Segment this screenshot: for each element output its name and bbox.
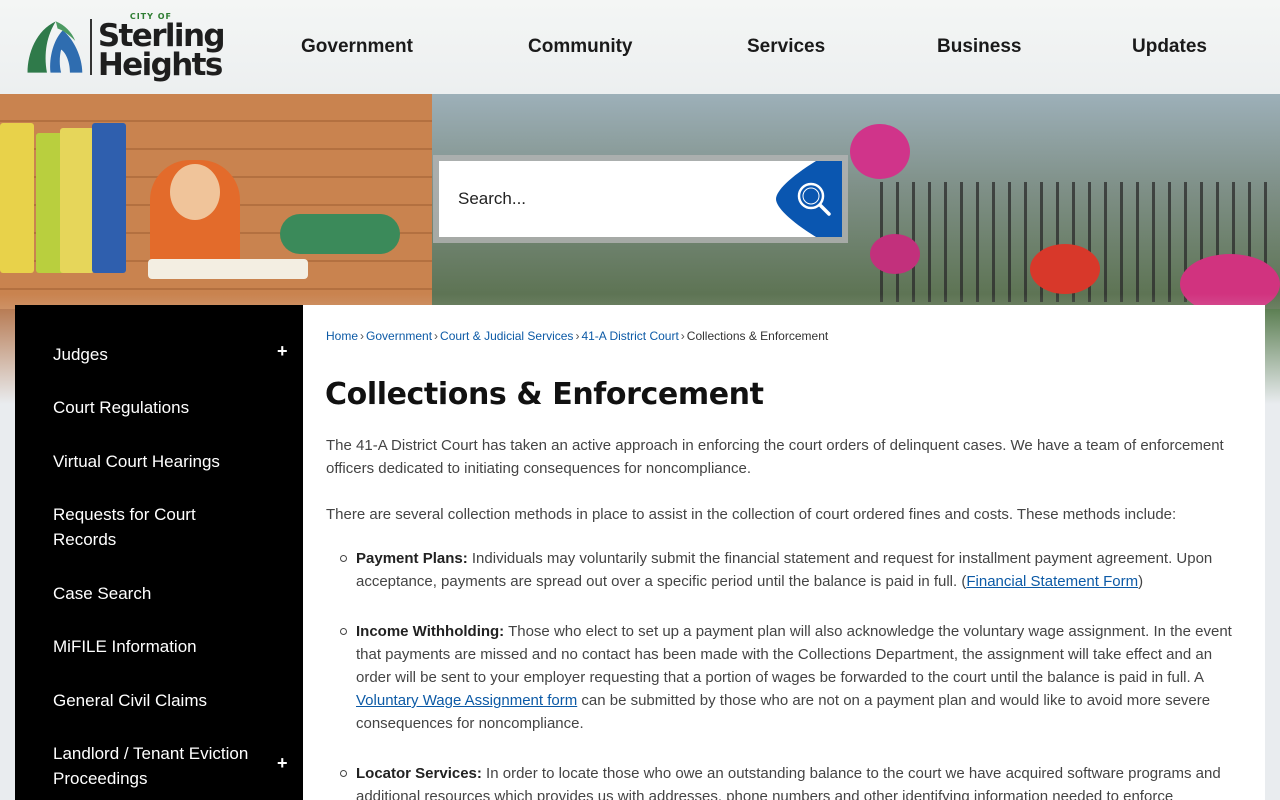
mural-book: [60, 128, 94, 273]
logo-divider: [90, 19, 92, 75]
sidebar-item-virtual-court-hearings[interactable]: Virtual Court Hearings: [53, 449, 283, 474]
mural-tail: [280, 214, 400, 254]
main-nav: Government Community Services Business U…: [250, 0, 1280, 94]
intro-paragraph: The 41-A District Court has taken an act…: [326, 437, 1224, 477]
breadcrumb-separator: ›: [575, 329, 580, 343]
hero-flower: [1030, 244, 1100, 294]
voluntary-wage-assignment-link[interactable]: Voluntary Wage Assignment form: [356, 692, 577, 709]
logo-name-line2: Heights: [97, 47, 224, 83]
hero-mural-image: [0, 94, 432, 309]
bullet-text-after: ): [1138, 573, 1144, 590]
sidebar-item-landlord-tenant-eviction[interactable]: Landlord / Tenant Eviction Proceedings: [53, 741, 258, 791]
search-button[interactable]: [776, 161, 842, 237]
breadcrumb: Home › Government › Court & Judicial Service…: [326, 329, 828, 343]
logo-wordmark: CITY OF Sterling Heights: [97, 13, 226, 83]
sidebar-item-case-search[interactable]: Case Search: [53, 581, 283, 606]
bullet-title: Payment Plans:: [356, 550, 468, 567]
search-box: [433, 155, 848, 243]
bullet-title: Income Withholding:: [356, 623, 505, 640]
nav-services[interactable]: Services: [747, 36, 825, 58]
sidebar-item-mifile-information[interactable]: MiFILE Information: [53, 634, 283, 659]
list-item-locator-services: Locator Services: In order to locate tho…: [340, 762, 1246, 800]
list-item-income-withholding: Income Withholding: Those who elect to s…: [340, 620, 1246, 735]
hero-flower: [870, 234, 920, 274]
sidebar-item-court-regulations[interactable]: Court Regulations: [53, 395, 283, 420]
search-icon: [776, 161, 842, 237]
breadcrumb-home[interactable]: Home: [326, 329, 358, 343]
mural-book: [92, 123, 126, 273]
site-header: CITY OF Sterling Heights Government Comm…: [0, 0, 1280, 94]
sidebar-nav: Judges + Court Regulations Virtual Court…: [15, 305, 303, 800]
breadcrumb-separator: ›: [680, 329, 685, 343]
breadcrumb-current: Collections & Enforcement: [686, 329, 829, 343]
list-item-payment-plans: Payment Plans: Individuals may voluntari…: [340, 547, 1246, 593]
main-content: Home › Government › Court & Judicial Service…: [303, 305, 1265, 800]
expand-landlord-icon[interactable]: +: [277, 753, 288, 774]
mural-face: [170, 164, 220, 220]
mural-book-open: [148, 259, 308, 279]
breadcrumb-government[interactable]: Government: [366, 329, 432, 343]
site-logo[interactable]: CITY OF Sterling Heights: [24, 13, 226, 83]
search-input[interactable]: [439, 161, 779, 237]
breadcrumb-separator: ›: [434, 329, 439, 343]
bullet-text: In order to locate those who owe an outs…: [356, 765, 1221, 800]
logo-mark-icon: [27, 21, 83, 73]
expand-judges-icon[interactable]: +: [277, 341, 288, 362]
bullet-title: Locator Services:: [356, 765, 482, 782]
sidebar-item-requests-for-court-records[interactable]: Requests for Court Records: [53, 502, 223, 552]
methods-intro-paragraph: There are several collection methods in …: [326, 506, 1177, 523]
hero-flower: [850, 124, 910, 179]
search-inner: [439, 161, 842, 237]
breadcrumb-41a-district-court[interactable]: 41-A District Court: [581, 329, 678, 343]
nav-government[interactable]: Government: [301, 36, 413, 58]
sidebar-item-judges[interactable]: Judges: [53, 342, 283, 367]
breadcrumb-court-judicial-services[interactable]: Court & Judicial Services: [440, 329, 573, 343]
nav-updates[interactable]: Updates: [1132, 36, 1207, 58]
mural-book: [0, 123, 34, 273]
breadcrumb-separator: ›: [360, 329, 365, 343]
nav-community[interactable]: Community: [528, 36, 633, 58]
sidebar-item-general-civil-claims[interactable]: General Civil Claims: [53, 688, 283, 713]
financial-statement-form-link[interactable]: Financial Statement Form: [966, 573, 1138, 590]
page-title: Collections & Enforcement: [325, 377, 764, 412]
nav-business[interactable]: Business: [937, 36, 1021, 58]
